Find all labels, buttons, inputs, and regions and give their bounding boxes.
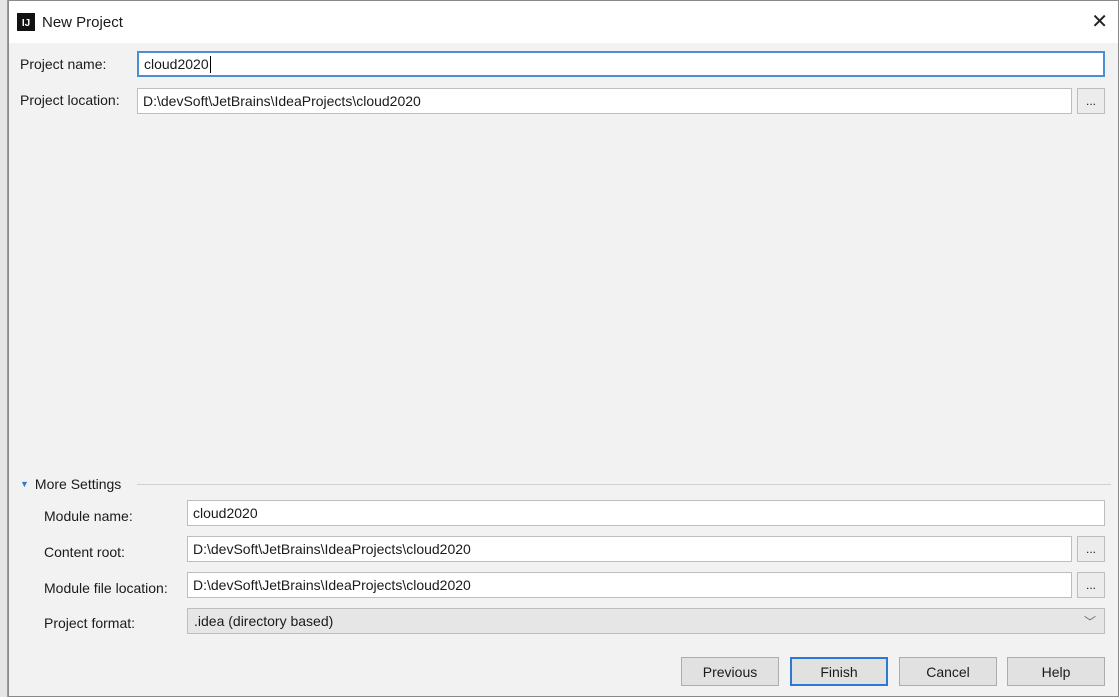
project-location-browse-button[interactable]: ... bbox=[1077, 88, 1105, 114]
intellij-logo-icon: IJ bbox=[17, 13, 35, 31]
more-settings-toggle[interactable]: ▼ More Settings bbox=[20, 476, 121, 492]
project-name-input[interactable]: cloud2020 bbox=[137, 51, 1105, 77]
project-location-value: D:\devSoft\JetBrains\IdeaProjects\cloud2… bbox=[143, 93, 421, 109]
chevron-down-icon: ﹀ bbox=[1083, 614, 1096, 629]
help-button[interactable]: Help bbox=[1007, 657, 1105, 686]
project-name-label: Project name: bbox=[20, 56, 107, 72]
module-file-location-value: D:\devSoft\JetBrains\IdeaProjects\cloud2… bbox=[193, 577, 471, 593]
text-caret bbox=[209, 55, 211, 73]
module-name-label: Module name: bbox=[44, 508, 133, 524]
close-icon[interactable]: ✕ bbox=[1091, 9, 1108, 34]
content-root-input[interactable]: D:\devSoft\JetBrains\IdeaProjects\cloud2… bbox=[187, 536, 1072, 562]
finish-button[interactable]: Finish bbox=[790, 657, 888, 686]
expand-triangle-icon: ▼ bbox=[20, 479, 29, 489]
content-root-value: D:\devSoft\JetBrains\IdeaProjects\cloud2… bbox=[193, 541, 471, 557]
previous-button[interactable]: Previous bbox=[681, 657, 779, 686]
project-format-value: .idea (directory based) bbox=[194, 613, 334, 629]
project-name-value: cloud2020 bbox=[144, 56, 209, 72]
background-window bbox=[0, 0, 8, 697]
new-project-dialog: IJ New Project ✕ Project name: cloud2020… bbox=[8, 0, 1119, 697]
project-location-label: Project location: bbox=[20, 92, 120, 108]
project-format-select[interactable]: .idea (directory based) ﹀ bbox=[187, 608, 1105, 634]
module-file-location-label: Module file location: bbox=[44, 580, 168, 596]
module-name-input[interactable]: cloud2020 bbox=[187, 500, 1105, 526]
title-bar: IJ New Project ✕ bbox=[9, 1, 1118, 43]
content-root-label: Content root: bbox=[44, 544, 125, 560]
separator bbox=[137, 484, 1111, 485]
cancel-button[interactable]: Cancel bbox=[899, 657, 997, 686]
content-root-browse-button[interactable]: ... bbox=[1077, 536, 1105, 562]
more-settings-label: More Settings bbox=[34, 476, 122, 492]
module-file-location-browse-button[interactable]: ... bbox=[1077, 572, 1105, 598]
module-name-value: cloud2020 bbox=[193, 505, 258, 521]
project-format-label: Project format: bbox=[44, 615, 136, 631]
module-file-location-input[interactable]: D:\devSoft\JetBrains\IdeaProjects\cloud2… bbox=[187, 572, 1072, 598]
dialog-title: New Project bbox=[42, 13, 123, 31]
project-location-input[interactable]: D:\devSoft\JetBrains\IdeaProjects\cloud2… bbox=[137, 88, 1072, 114]
